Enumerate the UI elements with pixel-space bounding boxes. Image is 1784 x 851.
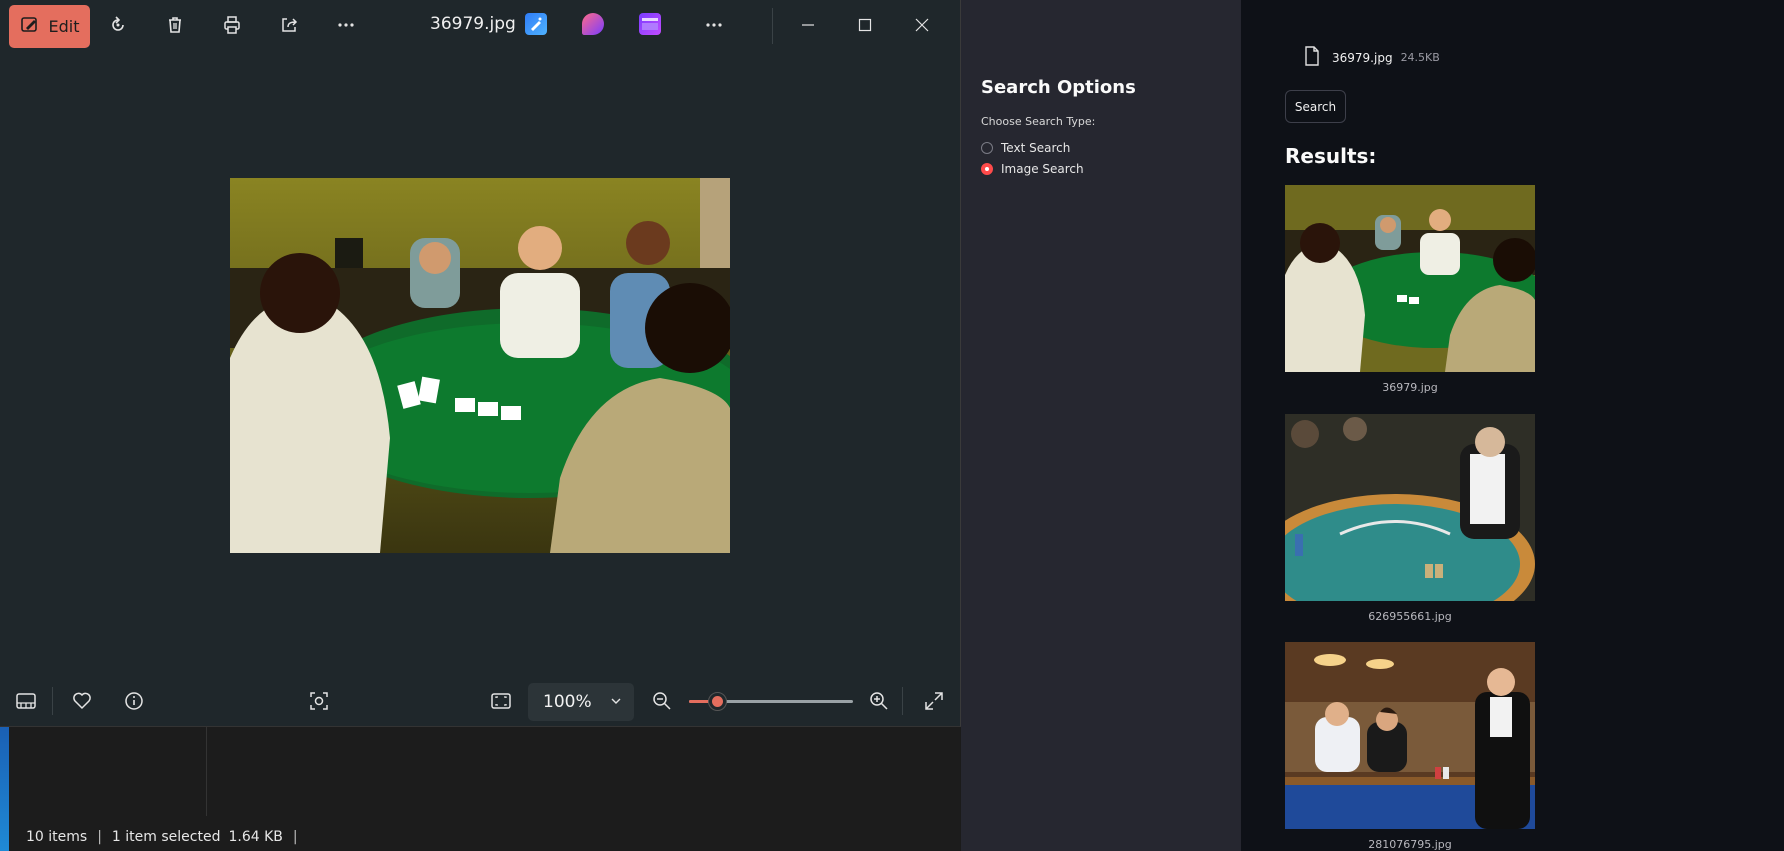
search-options-sidebar: Search Options Choose Search Type: Text … (961, 0, 1241, 851)
bottom-separator (902, 687, 903, 715)
result-caption: 626955661.jpg (1368, 610, 1452, 623)
results-title: Results: (1285, 144, 1377, 168)
radio-label: Text Search (1001, 141, 1071, 155)
filmstrip-icon[interactable] (10, 685, 42, 717)
search-button[interactable]: Search (1285, 90, 1346, 123)
selected-count: 1 item selected (111, 828, 221, 845)
maximize-icon[interactable] (841, 7, 889, 43)
desktop: 10 items | 1 item selected 1.64 KB | Edi… (0, 0, 1784, 851)
more-apps-icon[interactable] (694, 7, 734, 43)
designer-app-icon[interactable] (582, 13, 604, 35)
viewer-bottom-bar: 100% (0, 675, 960, 727)
result-image[interactable] (1285, 185, 1535, 372)
edit-image-icon (20, 15, 40, 39)
displayed-photo (230, 178, 730, 553)
radio-button-unchecked[interactable] (981, 142, 993, 154)
explorer-status-bar: 10 items | 1 item selected 1.64 KB | (0, 822, 308, 851)
result-item[interactable]: 281076795.jpg (1285, 642, 1535, 851)
sidebar-title: Search Options (981, 77, 1136, 98)
rotate-icon[interactable] (98, 7, 138, 43)
navigation-pane-divider[interactable] (206, 726, 207, 816)
visual-search-icon[interactable] (303, 685, 335, 717)
edit-button[interactable]: Edit (9, 5, 90, 48)
full-screen-icon[interactable] (918, 685, 950, 717)
close-icon[interactable] (898, 7, 946, 43)
chevron-down-icon (610, 692, 622, 712)
edit-label: Edit (48, 17, 80, 36)
uploaded-file-entry: 36979.jpg 24.5KB (1304, 46, 1440, 69)
radio-image-search[interactable]: Image Search (981, 162, 1084, 176)
zoom-slider[interactable] (689, 692, 853, 711)
status-separator: | (97, 828, 102, 845)
uploaded-file-size: 24.5KB (1400, 51, 1440, 64)
radio-text-search[interactable]: Text Search (981, 141, 1070, 155)
status-separator: | (292, 828, 298, 845)
photos-viewer-window: Edit 36979.jpg 100% (0, 0, 961, 727)
photo-editor-app-icon[interactable] (525, 13, 547, 35)
radio-label: Image Search (1001, 162, 1084, 176)
uploaded-file-name: 36979.jpg (1332, 50, 1393, 65)
result-item[interactable]: 36979.jpg (1285, 185, 1535, 394)
delete-icon[interactable] (155, 7, 195, 43)
file-title: 36979.jpg (430, 14, 516, 34)
zoom-in-icon[interactable] (863, 685, 895, 717)
clipchamp-app-icon[interactable] (639, 13, 661, 35)
zoom-slider-thumb[interactable] (707, 692, 727, 711)
selected-size: 1.64 KB (228, 828, 283, 845)
result-caption: 281076795.jpg (1368, 838, 1452, 851)
share-icon[interactable] (269, 7, 309, 43)
info-icon[interactable] (118, 685, 150, 717)
zoom-level-dropdown[interactable]: 100% (528, 683, 634, 721)
result-image[interactable] (1285, 414, 1535, 601)
more-options-icon[interactable] (326, 7, 366, 43)
zoom-level-value: 100% (543, 692, 592, 712)
minimize-icon[interactable] (784, 7, 832, 43)
file-icon (1304, 46, 1320, 69)
main-content: 36979.jpg 24.5KB Search Results: 36979.j… (1241, 0, 1784, 851)
result-image[interactable] (1285, 642, 1535, 829)
print-icon[interactable] (212, 7, 252, 43)
bottom-separator (52, 687, 53, 715)
title-separator (772, 8, 773, 44)
file-explorer-window: 10 items | 1 item selected 1.64 KB | (0, 726, 960, 851)
fit-to-window-icon[interactable] (485, 685, 517, 717)
search-type-label: Choose Search Type: (981, 115, 1096, 128)
result-item[interactable]: 626955661.jpg (1285, 414, 1535, 623)
viewer-title-bar: Edit 36979.jpg (0, 0, 960, 50)
item-count: 10 items (26, 828, 88, 845)
zoom-out-icon[interactable] (646, 685, 678, 717)
favorite-heart-icon[interactable] (66, 685, 98, 717)
radio-button-checked[interactable] (981, 163, 993, 175)
result-caption: 36979.jpg (1382, 381, 1438, 394)
